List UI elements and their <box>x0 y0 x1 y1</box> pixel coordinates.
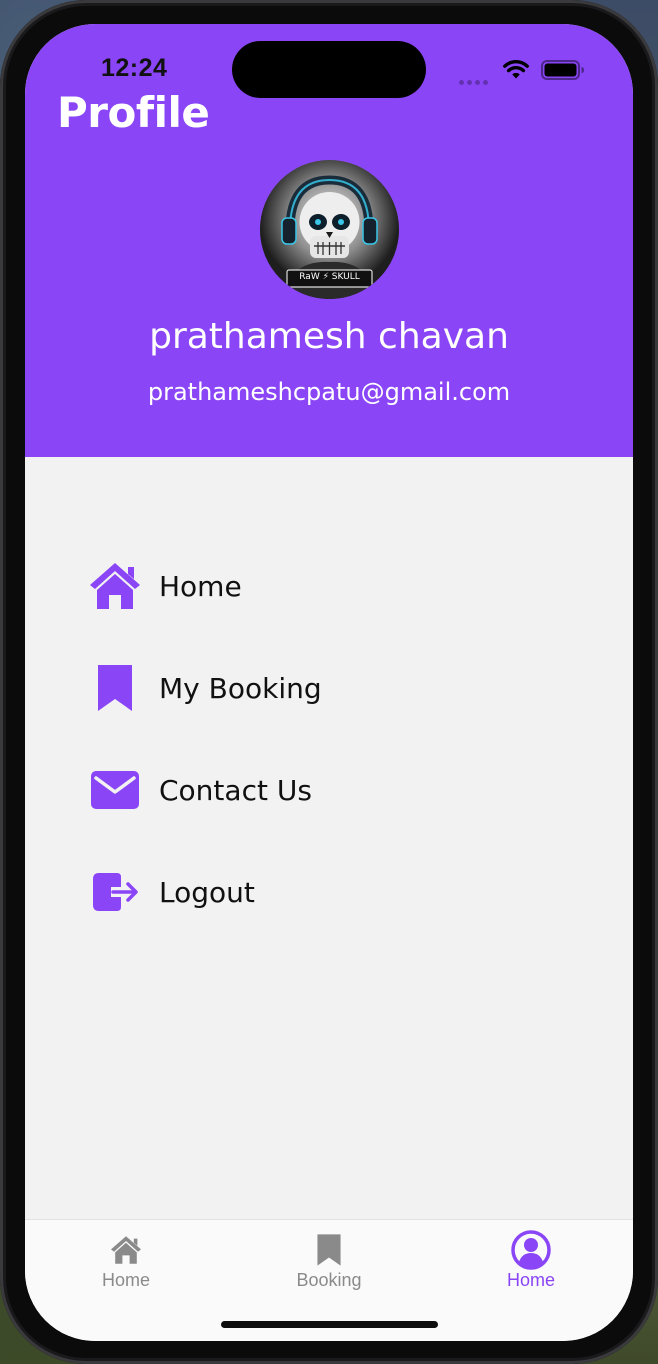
menu-item-contact-us[interactable]: Contact Us <box>87 758 567 822</box>
menu-item-label: Home <box>159 569 242 603</box>
profile-menu: Home My Booking Contact Us Logout <box>87 554 567 962</box>
battery-icon <box>541 60 584 80</box>
signal-dots-icon <box>459 70 491 89</box>
tab-label: Home <box>101 1270 150 1290</box>
menu-item-label: Contact Us <box>159 773 312 807</box>
tab-label: Home <box>506 1270 555 1290</box>
status-time: 12:24 <box>101 54 168 82</box>
menu-item-logout[interactable]: Logout <box>87 860 567 924</box>
avatar-caption: RaW ⚡ SKULL <box>299 272 360 282</box>
bookmark-icon <box>87 660 143 716</box>
user-circle-icon <box>461 1230 601 1270</box>
status-icons <box>459 58 589 85</box>
menu-item-label: My Booking <box>159 671 322 705</box>
wifi-icon <box>503 60 529 79</box>
dynamic-island <box>232 41 426 98</box>
tab-profile-home[interactable]: Home <box>461 1230 601 1296</box>
logout-icon <box>87 864 143 920</box>
menu-item-label: Logout <box>159 875 255 909</box>
tab-home[interactable]: Home <box>56 1232 196 1296</box>
phone-frame: 12:24 Profile RaW ⚡ SKULL prathamesh cha… <box>0 0 658 1364</box>
page-title: Profile <box>57 88 210 137</box>
profile-header: 12:24 Profile RaW ⚡ SKULL prathamesh cha… <box>25 24 633 457</box>
avatar[interactable]: RaW ⚡ SKULL <box>260 160 399 299</box>
menu-item-my-booking[interactable]: My Booking <box>87 656 567 720</box>
tab-label: Booking <box>296 1270 362 1290</box>
menu-item-home[interactable]: Home <box>87 554 567 618</box>
home-indicator[interactable] <box>221 1321 438 1328</box>
home-icon <box>56 1232 196 1268</box>
user-name: prathamesh chavan <box>149 316 509 357</box>
home-icon <box>87 558 143 614</box>
user-email: prathameshcpatu@gmail.com <box>147 378 511 406</box>
envelope-icon <box>87 762 143 818</box>
tab-booking[interactable]: Booking <box>259 1232 399 1296</box>
bookmark-icon <box>259 1232 399 1268</box>
app-screen: 12:24 Profile RaW ⚡ SKULL prathamesh cha… <box>25 24 633 1341</box>
